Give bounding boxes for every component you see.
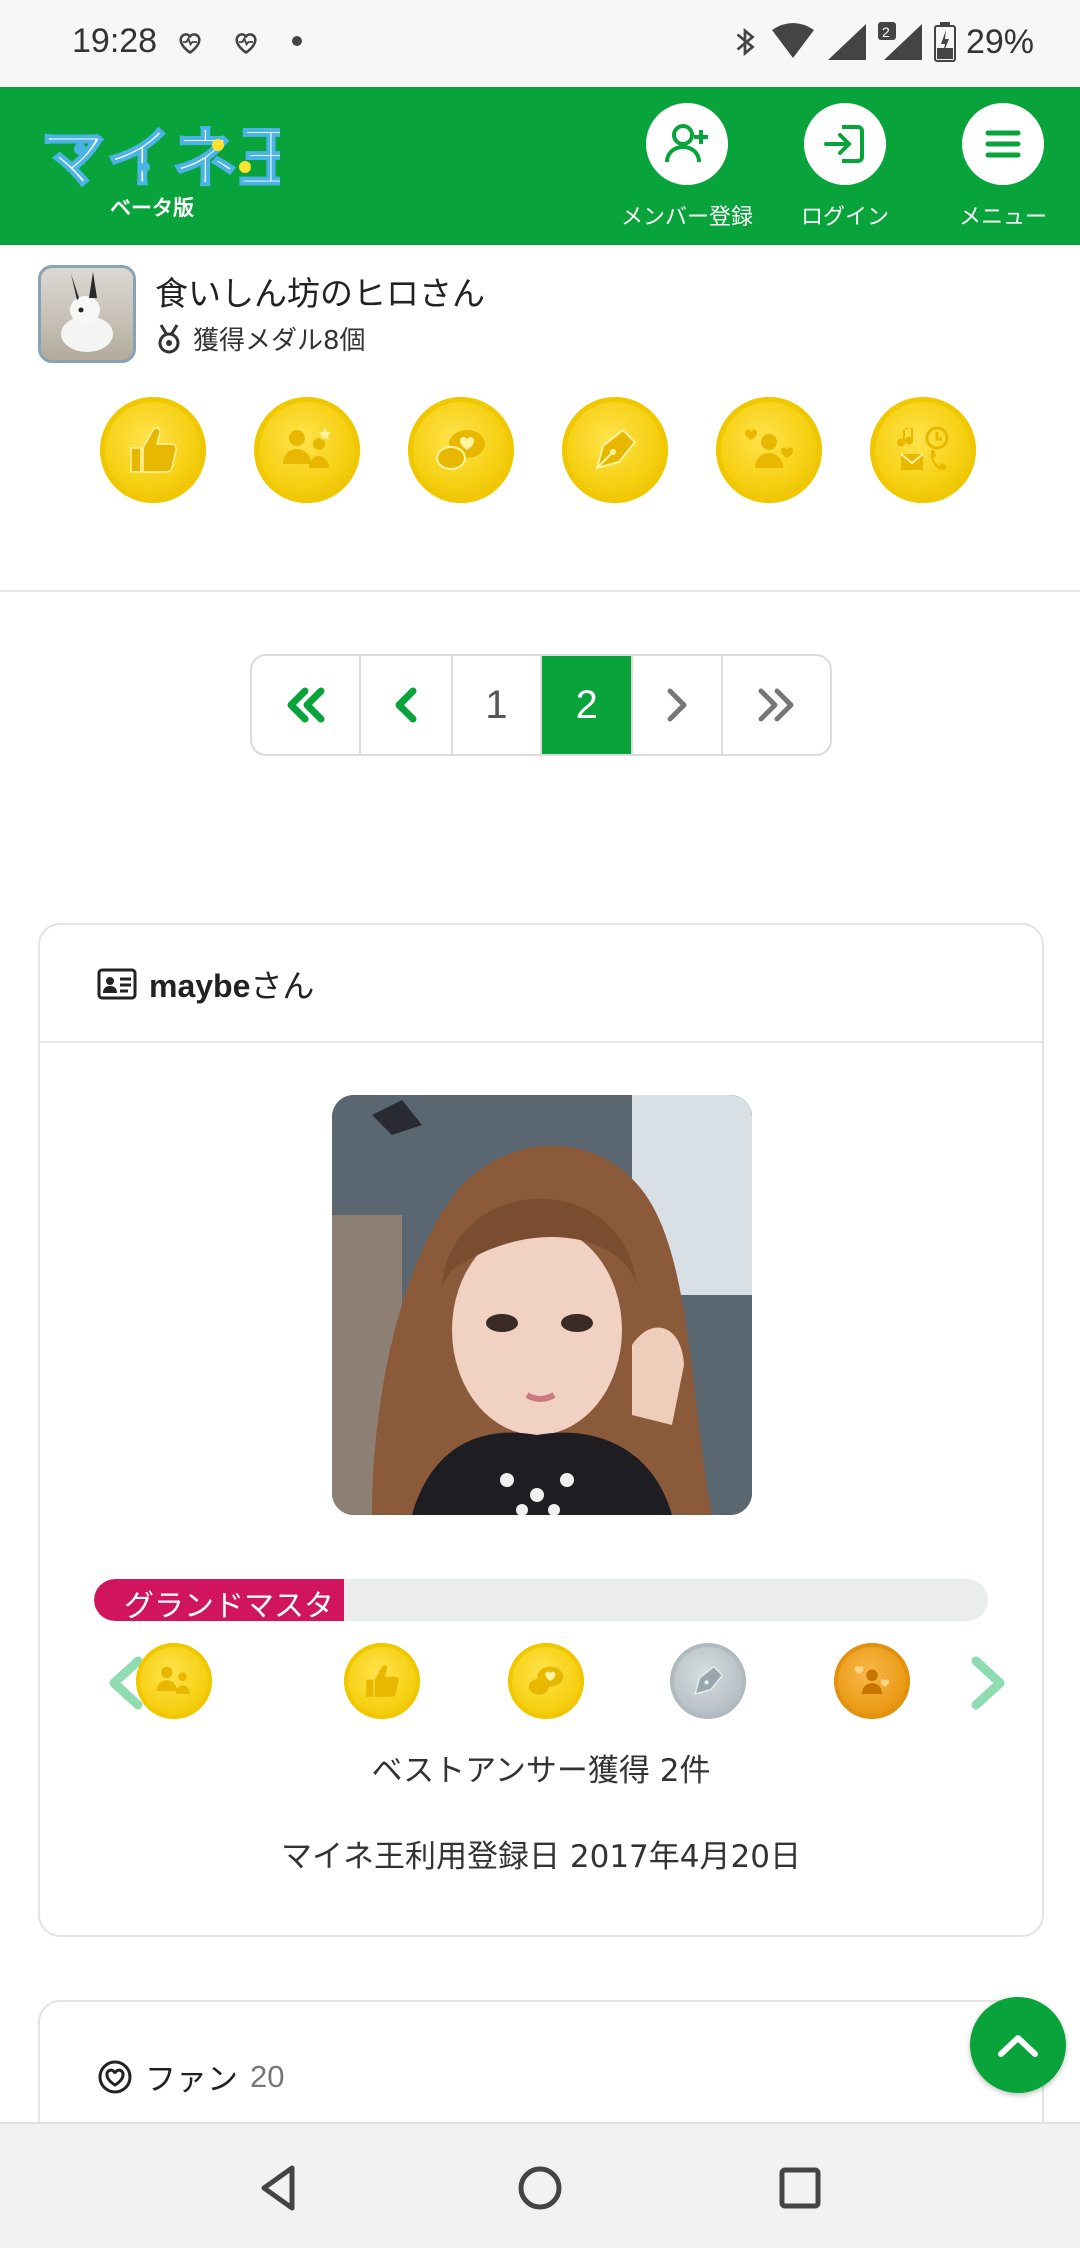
- recents-icon[interactable]: [772, 2160, 828, 2216]
- id-card-icon: [97, 968, 137, 1000]
- site-header: マイネ王 ベータ版 メンバー登録 ログイン メニュー: [0, 87, 1080, 245]
- rank-label: グランドマスタ: [124, 1589, 334, 1621]
- wifi-icon: 1: [771, 23, 814, 58]
- carousel-next-icon[interactable]: [968, 1655, 1008, 1711]
- status-icons: 1 2 29%: [730, 22, 1034, 62]
- card-username-suffix: さん: [250, 967, 315, 1005]
- menu-label: メニュー: [958, 205, 1047, 230]
- card-header: maybeさん: [40, 925, 1042, 1043]
- register-button[interactable]: メンバー登録: [612, 103, 762, 243]
- heart-circle-icon: [98, 2060, 132, 2093]
- profile-strip: 食いしん坊のヒロさん 獲得メダル8個: [0, 245, 1080, 592]
- signal-sim2-icon: 2: [877, 22, 922, 60]
- registration-date: マイネ王利用登録日 2017年4月20日: [281, 1839, 801, 1875]
- scroll-to-top-button[interactable]: [970, 1997, 1066, 2093]
- back-icon[interactable]: [252, 2160, 308, 2216]
- double-chevron-right-icon: [758, 688, 794, 722]
- register-label: メンバー登録: [620, 205, 753, 230]
- medal-speech-heart[interactable]: [408, 397, 514, 503]
- speech-heart-icon: [528, 1666, 564, 1695]
- card-username: maybe: [149, 968, 251, 1004]
- fans-title[interactable]: ファン 20: [97, 2054, 284, 2099]
- carousel-medal-pen-nib[interactable]: [670, 1643, 746, 1719]
- bluetooth-icon: [736, 27, 755, 57]
- people-hearts-icon: [854, 1666, 890, 1694]
- fans-count: 20: [250, 2058, 285, 2094]
- login-button[interactable]: ログイン: [770, 103, 920, 243]
- status-time: 19:28: [72, 22, 158, 60]
- chevron-right-icon: [667, 688, 687, 722]
- pen-nib-icon: [595, 428, 637, 470]
- medal-count-label: 獲得メダル8個: [193, 326, 366, 356]
- next-page-button[interactable]: [633, 656, 723, 754]
- speech-heart-icon: [436, 430, 485, 470]
- thumbs-up-icon: [366, 1665, 399, 1697]
- carousel-medal-thumbs-up[interactable]: [344, 1643, 420, 1719]
- medal-count: 獲得メダル8個: [155, 320, 366, 357]
- people-stars-icon: [156, 1666, 190, 1694]
- svg-text:マイネ王: マイネ王: [40, 120, 280, 197]
- medal-row: [100, 397, 980, 507]
- heart-monitor-icon: [179, 33, 201, 55]
- chevron-up-icon: [998, 2035, 1038, 2057]
- profile-photo: [332, 1095, 752, 1515]
- people-hearts-icon: [744, 429, 794, 468]
- best-answer-count: ベストアンサー獲得 2件: [371, 1753, 711, 1789]
- svg-text:1: 1: [804, 25, 811, 39]
- medal-music-mail-clock[interactable]: [870, 397, 976, 503]
- card-title[interactable]: maybeさん: [97, 961, 314, 1007]
- page-1-button[interactable]: 1: [453, 656, 543, 754]
- medal-people-stars[interactable]: [254, 397, 360, 503]
- login-label: ログイン: [800, 205, 889, 230]
- login-icon: [804, 103, 886, 185]
- menu-button[interactable]: メニュー: [928, 103, 1078, 243]
- svg-text:2: 2: [882, 24, 890, 40]
- first-page-button[interactable]: [252, 656, 362, 754]
- medal-carousel: [94, 1637, 1005, 1727]
- battery-icon: [933, 22, 956, 62]
- avatar[interactable]: [38, 265, 136, 363]
- heart-monitor-icon: [235, 33, 257, 55]
- rank-progress-bar: グランドマスタ: [94, 1579, 988, 1621]
- home-icon[interactable]: [512, 2160, 568, 2216]
- notification-dot-icon: [292, 36, 302, 46]
- user-card: maybeさん グランドマスタ ベストアンサー獲得 2件 マイネ王利用登録日 2…: [38, 923, 1044, 1937]
- last-page-button[interactable]: [723, 656, 830, 754]
- prev-page-button[interactable]: [361, 656, 453, 754]
- status-bar: 19:28 1 2 29%: [0, 0, 1080, 87]
- medal-thumbs-up[interactable]: [100, 397, 206, 503]
- add-user-icon: [646, 103, 728, 185]
- fans-label: ファン: [145, 2062, 238, 2098]
- signal-icon: [827, 24, 866, 60]
- chevron-left-icon: [395, 687, 417, 723]
- medal-people-hearts[interactable]: [716, 397, 822, 503]
- pen-nib-icon: [694, 1665, 724, 1695]
- music-mail-clock-icon: [897, 426, 949, 470]
- profile-username[interactable]: 食いしん坊のヒロさん: [155, 267, 485, 315]
- hamburger-menu-icon: [962, 103, 1044, 185]
- carousel-medal-people-hearts[interactable]: [834, 1643, 910, 1719]
- battery-percent: 29%: [965, 22, 1034, 61]
- double-chevron-left-icon: [287, 687, 325, 723]
- pagination: 1 2: [250, 654, 832, 756]
- medal-pen-nib[interactable]: [562, 397, 668, 503]
- system-nav-bar: [0, 2122, 1080, 2248]
- medal-icon: [158, 323, 180, 353]
- carousel-medal-speech-heart[interactable]: [508, 1643, 584, 1719]
- carousel-medal-people-stars[interactable]: [136, 1643, 212, 1719]
- thumbs-up-icon: [130, 427, 177, 473]
- people-stars-icon: [283, 428, 331, 468]
- page-2-button[interactable]: 2: [542, 656, 634, 754]
- logo-beta-label: ベータ版: [110, 197, 194, 220]
